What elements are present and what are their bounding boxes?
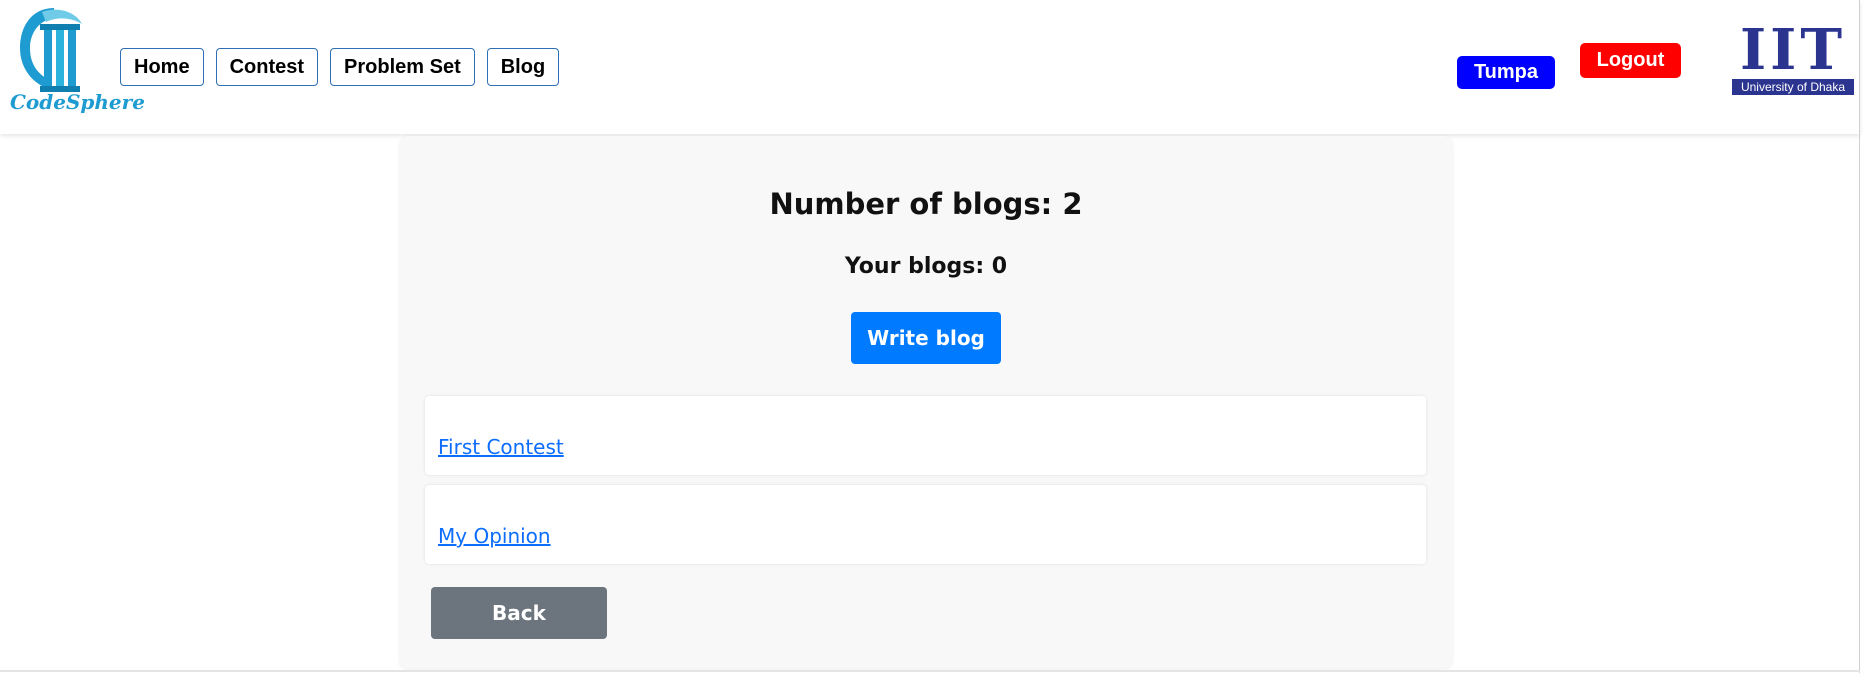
codesphere-logo[interactable]: CodeSphere (6, 4, 145, 116)
user-profile-button[interactable]: Tumpa (1457, 56, 1555, 89)
iit-letters: IIT (1739, 17, 1847, 83)
page-bottom-divider (0, 670, 1860, 672)
iit-subtitle: University of Dhaka (1732, 79, 1854, 95)
nav-problem-set-button[interactable]: Problem Set (330, 48, 475, 86)
main-nav: Home Contest Problem Set Blog (120, 48, 560, 86)
iit-logo[interactable]: IIT University of Dhaka (1732, 20, 1854, 96)
nav-blog-button[interactable]: Blog (486, 48, 560, 86)
blog-list-item: First Contest (425, 396, 1426, 475)
logout-button[interactable]: Logout (1580, 43, 1681, 78)
blog-link-first-contest[interactable]: First Contest (438, 435, 564, 459)
nav-contest-button[interactable]: Contest (215, 48, 319, 86)
blog-link-my-opinion[interactable]: My Opinion (438, 524, 551, 548)
blog-count-heading: Number of blogs: 2 (769, 187, 1083, 221)
nav-home-button[interactable]: Home (120, 48, 204, 86)
write-blog-button[interactable]: Write blog (851, 312, 1001, 364)
blog-list: First Contest My Opinion (425, 396, 1426, 574)
your-blogs-count: Your blogs: 0 (844, 254, 1008, 279)
brand-name: CodeSphere (10, 90, 145, 114)
top-navbar: CodeSphere Home Contest Problem Set Blog… (0, 0, 1860, 134)
blog-panel: Number of blogs: 2 Your blogs: 0 Write b… (400, 136, 1452, 668)
blog-list-item: My Opinion (425, 485, 1426, 564)
window-edge (1859, 0, 1860, 673)
pillar-icon (20, 8, 82, 92)
back-button[interactable]: Back (431, 587, 607, 639)
